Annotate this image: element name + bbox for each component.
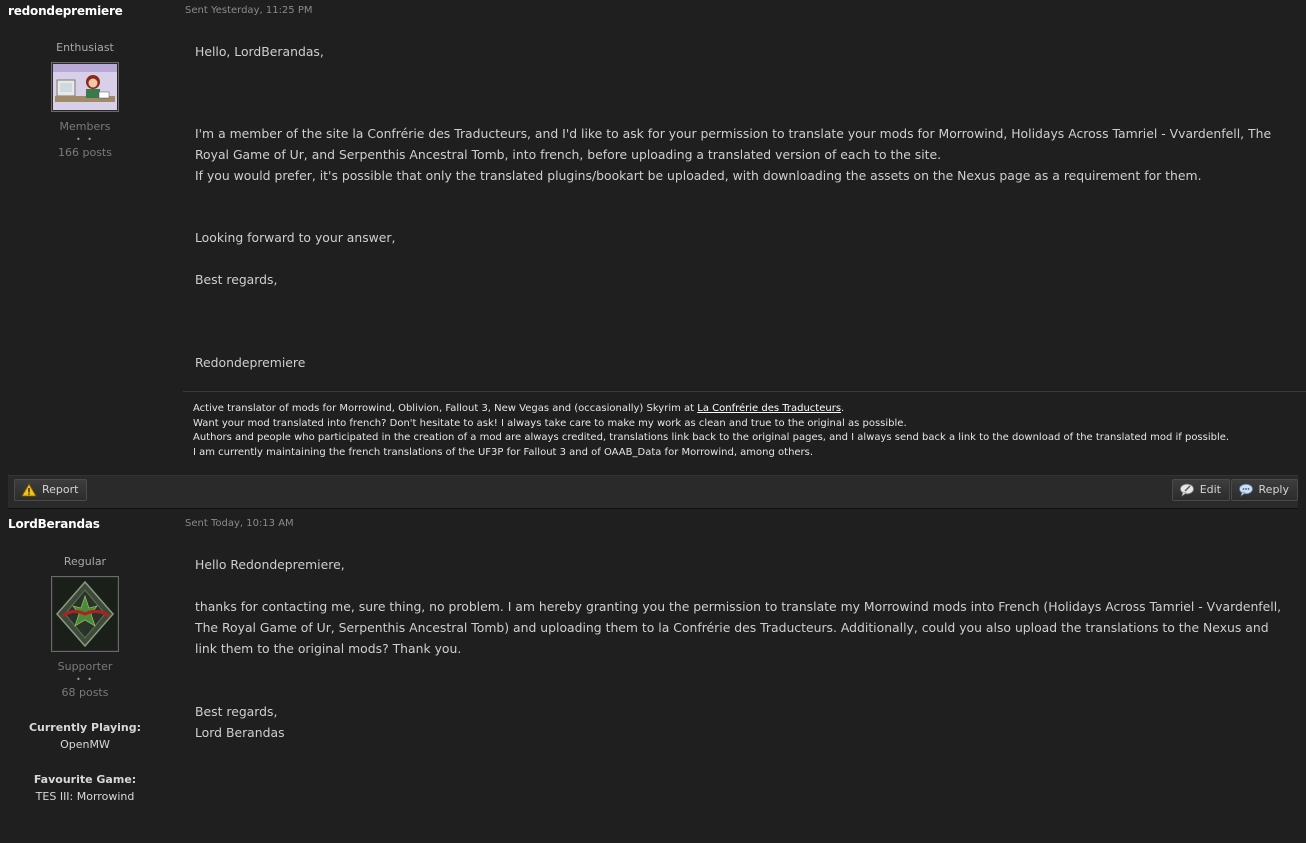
warning-icon [21, 483, 37, 497]
body-paragraph: Best regards, [195, 704, 278, 719]
author-name[interactable]: redondepremiere [8, 4, 123, 18]
body-paragraph: Looking forward to your answer, [195, 230, 396, 245]
signature-text: Active translator of mods for Morrowind,… [193, 403, 698, 414]
author-name[interactable]: LordBerandas [8, 517, 100, 531]
signature-line: Active translator of mods for Morrowind,… [193, 402, 1306, 417]
currently-playing-label: Currently Playing: [28, 721, 142, 734]
body-paragraph: Lord Berandas [195, 725, 285, 740]
user-info: Regular Supporter • • 68 posts Currently… [0, 555, 170, 803]
message-body: Hello, LordBerandas, I'm a member of the… [195, 41, 1282, 373]
user-group: Members [59, 120, 111, 133]
user-title: Regular [63, 555, 107, 568]
signature-line: I am currently maintaining the french tr… [193, 446, 814, 458]
edit-label: Edit [1199, 483, 1221, 496]
body-paragraph: If you would prefer, it's possible that … [195, 168, 1202, 183]
edit-button[interactable]: Edit [1171, 479, 1230, 501]
signature-text: . [841, 403, 845, 414]
message-post: redondepremiere Sent Yesterday, 11:25 PM… [0, 0, 1306, 475]
report-button[interactable]: Report [14, 479, 88, 501]
rank-pips: • • [76, 675, 94, 684]
body-paragraph: Redondepremiere [195, 355, 306, 370]
sent-date: Sent Yesterday, 11:25 PM [185, 5, 313, 16]
signature-line: Want your mod translated into french? Do… [193, 417, 907, 429]
signature: Active translator of mods for Morrowind,… [183, 391, 1306, 460]
post-count: 68 posts [61, 686, 109, 699]
edit-bubble-icon [1179, 483, 1195, 497]
avatar[interactable] [51, 576, 119, 652]
favourite-game-value: TES III: Morrowind [35, 790, 135, 803]
avatar[interactable] [51, 62, 119, 112]
user-info: Enthusiast Members • • 166 posts [0, 41, 170, 159]
favourite-game-label: Favourite Game: [33, 773, 137, 786]
signature-link[interactable]: La Confrérie des Traducteurs [697, 403, 841, 414]
body-paragraph: Hello, LordBerandas, [195, 44, 324, 59]
rank-pips: • • [76, 135, 94, 144]
post-action-bar: Report Edit Reply [8, 475, 1298, 509]
signature-line: Authors and people who participated in t… [193, 432, 1230, 443]
user-title: Enthusiast [56, 41, 114, 54]
body-paragraph: I'm a member of the site la Confrérie de… [195, 126, 1272, 162]
currently-playing-value: OpenMW [60, 738, 110, 751]
message-post: LordBerandas Sent Today, 10:13 AM Regula… [0, 513, 1306, 843]
message-body: Hello Redondepremiere, thanks for contac… [195, 554, 1282, 743]
report-label: Report [42, 483, 79, 496]
sent-date: Sent Today, 10:13 AM [185, 518, 294, 529]
reply-button[interactable]: Reply [1230, 479, 1298, 501]
post-count: 166 posts [58, 146, 112, 159]
body-paragraph: Best regards, [195, 272, 278, 287]
reply-label: Reply [1258, 483, 1289, 496]
body-paragraph: Hello Redondepremiere, [195, 557, 345, 572]
reply-bubble-icon [1238, 483, 1254, 497]
user-group: Supporter [57, 660, 113, 673]
body-paragraph: thanks for contacting me, sure thing, no… [195, 599, 1282, 656]
